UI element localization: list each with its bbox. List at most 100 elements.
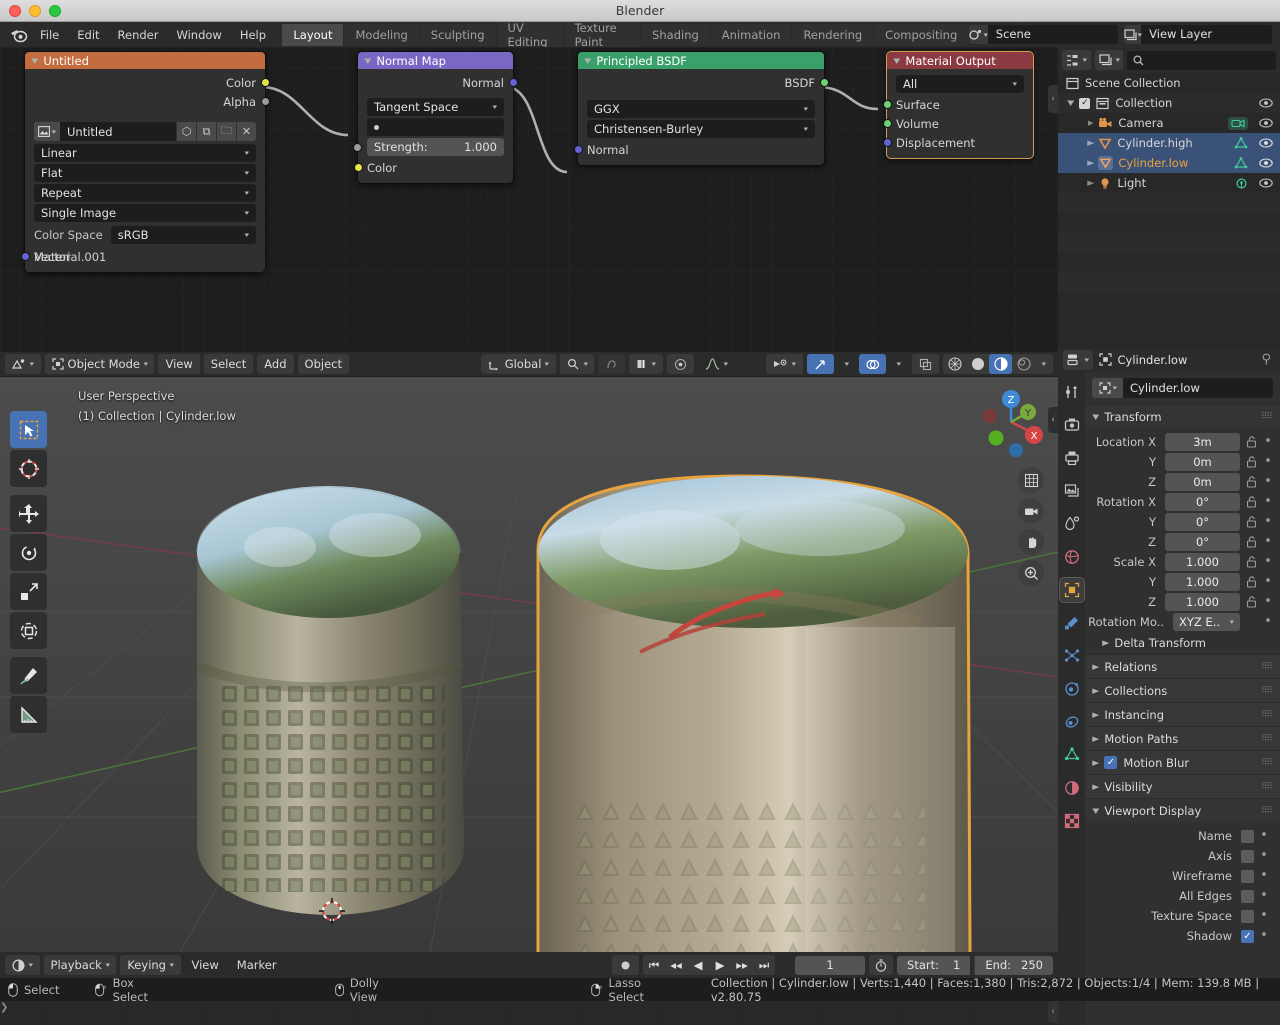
row-value[interactable]: 1.000	[1165, 573, 1240, 591]
subsurface-method-dropdown[interactable]: Christensen-Burley ▾	[587, 120, 815, 138]
mesh-data-icon[interactable]	[1234, 156, 1248, 170]
tab-physics[interactable]	[1060, 677, 1084, 701]
viewport-display-axis[interactable]: Axis •	[1085, 846, 1280, 866]
node-material-output[interactable]: ▼ Material Output All ▾ Surface Volume D…	[883, 51, 1034, 159]
strength-slider[interactable]: Strength: 1.000	[353, 138, 504, 156]
scale-tool[interactable]	[10, 573, 47, 610]
lock-icon[interactable]	[1244, 516, 1258, 528]
transform-rotation-y[interactable]: Y 0° •	[1085, 512, 1280, 532]
menu-render[interactable]: Render	[109, 25, 168, 45]
shading-mode-group[interactable]: ▾	[943, 354, 1053, 374]
panel-delta-transform[interactable]: ▶ Delta Transform	[1085, 632, 1280, 654]
transform-location-y[interactable]: Y 0m •	[1085, 452, 1280, 472]
use-preview-range-button[interactable]	[869, 955, 894, 975]
timeline-menu-keying[interactable]: Keying ▾	[120, 955, 181, 975]
object-cylinder-high[interactable]	[175, 467, 505, 947]
tab-material[interactable]	[1060, 776, 1084, 800]
timeline-channel-toggle[interactable]: ❯	[0, 1002, 8, 1013]
panel-motion-blur[interactable]: ▶ ✓ Motion Blur ⠿⠿	[1085, 750, 1280, 774]
animate-property-icon[interactable]: •	[1262, 535, 1274, 548]
shading-solid-button[interactable]	[966, 354, 989, 374]
animate-property-icon[interactable]: •	[1258, 909, 1270, 922]
row-value[interactable]: 1.000	[1165, 553, 1240, 571]
expand-arrow-icon[interactable]: ▶	[1088, 119, 1093, 127]
object-name-field[interactable]: Cylinder.low	[1123, 378, 1273, 398]
lock-icon[interactable]	[1244, 436, 1258, 448]
tab-object-data[interactable]	[1060, 743, 1084, 767]
animate-property-icon[interactable]: •	[1258, 829, 1270, 842]
shadow-checkbox[interactable]: ✓	[1241, 929, 1254, 943]
panel-transform[interactable]: ▼ Transform ⠿⠿	[1085, 404, 1280, 428]
animate-property-icon[interactable]: •	[1262, 435, 1274, 448]
animate-property-icon[interactable]: •	[1262, 475, 1274, 488]
animate-property-icon[interactable]: •	[1258, 889, 1270, 902]
transform-scale-y[interactable]: Y 1.000 •	[1085, 572, 1280, 592]
animate-property-icon[interactable]: •	[1262, 455, 1274, 468]
image-name-field[interactable]: Untitled	[60, 122, 176, 141]
uv-map-field[interactable]	[367, 118, 504, 136]
row-value[interactable]: 3m	[1165, 433, 1240, 451]
motion-blur-checkbox[interactable]: ✓	[1104, 756, 1118, 769]
tab-scene[interactable]	[1060, 512, 1084, 536]
expand-arrow-icon[interactable]: ▶	[1087, 179, 1094, 187]
animate-property-icon[interactable]: •	[1258, 929, 1270, 942]
lock-icon[interactable]	[1244, 556, 1258, 568]
row-value[interactable]: 1.000	[1165, 593, 1240, 611]
expand-arrow-icon[interactable]: ▶	[1092, 735, 1099, 743]
panel-instancing[interactable]: ▶ Instancing ⠿⠿	[1085, 702, 1280, 726]
workspace-tab-layout[interactable]: Layout	[282, 23, 344, 46]
node-canvas[interactable]: ▼ Untitled Color Alpha ▾ Untitled ⬡ ⧉ 🗀 …	[0, 47, 1058, 352]
unlink-image-icon[interactable]: ✕	[236, 122, 256, 141]
move-tool[interactable]	[10, 495, 47, 532]
node-header[interactable]: ▼ Normal Map	[358, 52, 513, 69]
tab-particles[interactable]	[1060, 644, 1084, 668]
menu-window[interactable]: Window	[167, 25, 230, 45]
end-frame-field[interactable]: End: 250	[974, 955, 1053, 975]
socket-normal-output[interactable]	[509, 78, 518, 87]
gizmo-dropdown[interactable]: ▾	[838, 354, 856, 374]
workspace-tab-animation[interactable]: Animation	[710, 23, 792, 46]
node-header[interactable]: ▼ Material Output	[887, 52, 1033, 69]
color-space-dropdown[interactable]: sRGB ▾	[110, 225, 256, 244]
editor-type-selector-viewport[interactable]: ▾	[5, 354, 41, 374]
play-reverse-button[interactable]: ◀	[687, 958, 709, 972]
workspace-tab-shading[interactable]: Shading	[641, 23, 710, 46]
annotate-tool[interactable]	[10, 657, 47, 694]
viewport-menu-view[interactable]: View	[158, 354, 200, 374]
panel-relations[interactable]: ▶ Relations ⠿⠿	[1085, 654, 1280, 678]
panel-collapse-icon[interactable]: ▼	[1092, 413, 1099, 421]
panel-motion-paths[interactable]: ▶ Motion Paths ⠿⠿	[1085, 726, 1280, 750]
expand-arrow-icon[interactable]: ▶	[1087, 159, 1094, 167]
expand-arrow-icon[interactable]: ▶	[1092, 663, 1099, 671]
timeline-menu-marker[interactable]: Marker	[230, 955, 284, 975]
socket-vector-input[interactable]	[21, 252, 30, 261]
editor-type-selector-properties[interactable]: ▾	[1063, 349, 1093, 370]
row-value[interactable]: 0°	[1165, 513, 1240, 531]
animate-property-icon[interactable]: •	[1258, 869, 1270, 882]
panel-collections[interactable]: ▶ Collections ⠿⠿	[1085, 678, 1280, 702]
zoom-view-button[interactable]	[1018, 560, 1044, 586]
viewport-display-all-edges[interactable]: All Edges •	[1085, 886, 1280, 906]
lock-icon[interactable]	[1244, 576, 1258, 588]
timeline-body[interactable]: ❯ ‹	[0, 1001, 1058, 1025]
measure-tool[interactable]	[10, 696, 47, 733]
tab-texture[interactable]	[1060, 809, 1084, 833]
jump-to-start-button[interactable]: ⏮	[643, 958, 665, 973]
menu-edit[interactable]: Edit	[68, 25, 108, 45]
distribution-dropdown[interactable]: GGX ▾	[587, 100, 815, 118]
tab-constraints[interactable]	[1060, 710, 1084, 734]
falloff-curve-selector[interactable]: ▾	[698, 354, 735, 374]
socket-color-output[interactable]	[261, 78, 270, 87]
visibility-eye-icon[interactable]	[1259, 178, 1273, 188]
animate-property-icon[interactable]: •	[1262, 555, 1274, 568]
outliner-row-scene-collection[interactable]: Scene Collection	[1058, 73, 1280, 93]
viewport-display-texture-space[interactable]: Texture Space •	[1085, 906, 1280, 926]
shading-rendered-button[interactable]	[1012, 354, 1035, 374]
node-header[interactable]: ▼ Principled BSDF	[578, 52, 824, 69]
blender-logo-icon[interactable]	[10, 25, 28, 44]
prev-keyframe-button[interactable]: ◂◂	[665, 958, 687, 972]
visibility-eye-icon[interactable]	[1259, 98, 1273, 108]
visibility-eye-icon[interactable]	[1259, 118, 1273, 128]
row-value[interactable]: 0m	[1165, 473, 1240, 491]
node-principled-bsdf[interactable]: ▼ Principled BSDF BSDF GGX ▾ Christensen-…	[574, 51, 829, 166]
